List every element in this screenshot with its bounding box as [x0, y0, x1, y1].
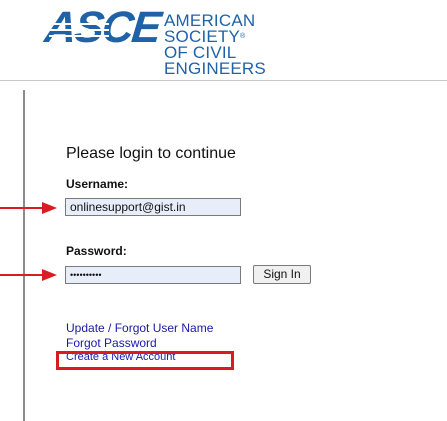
sign-in-button[interactable]: Sign In — [253, 265, 311, 284]
logo-line-1: AMERICAN SOCIETY — [164, 11, 256, 46]
logo-stripe — [49, 29, 109, 31]
logo-wordmark: AMERICAN SOCIETY® OF CIVIL ENGINEERS — [164, 11, 266, 78]
username-label: Username: — [66, 177, 129, 191]
arrow-right-icon — [0, 202, 57, 214]
logo-line-2: OF CIVIL ENGINEERS — [164, 43, 266, 78]
header-divider — [0, 80, 447, 81]
username-field[interactable]: onlinesupport@gist.in — [65, 198, 241, 216]
registered-mark: ® — [240, 33, 246, 40]
password-field[interactable]: •••••••••• — [65, 266, 241, 284]
password-label: Password: — [66, 244, 127, 258]
logo-mark: ASCE — [42, 3, 162, 52]
page-title: Please login to continue — [66, 145, 236, 162]
forgot-password-link[interactable]: Forgot Password — [66, 336, 157, 350]
highlight-box — [56, 351, 234, 370]
update-forgot-username-link[interactable]: Update / Forgot User Name — [66, 321, 213, 335]
logo-stripe — [49, 35, 109, 37]
logo-stripe — [49, 23, 109, 25]
left-border — [23, 90, 25, 421]
arrow-right-icon — [0, 269, 57, 281]
